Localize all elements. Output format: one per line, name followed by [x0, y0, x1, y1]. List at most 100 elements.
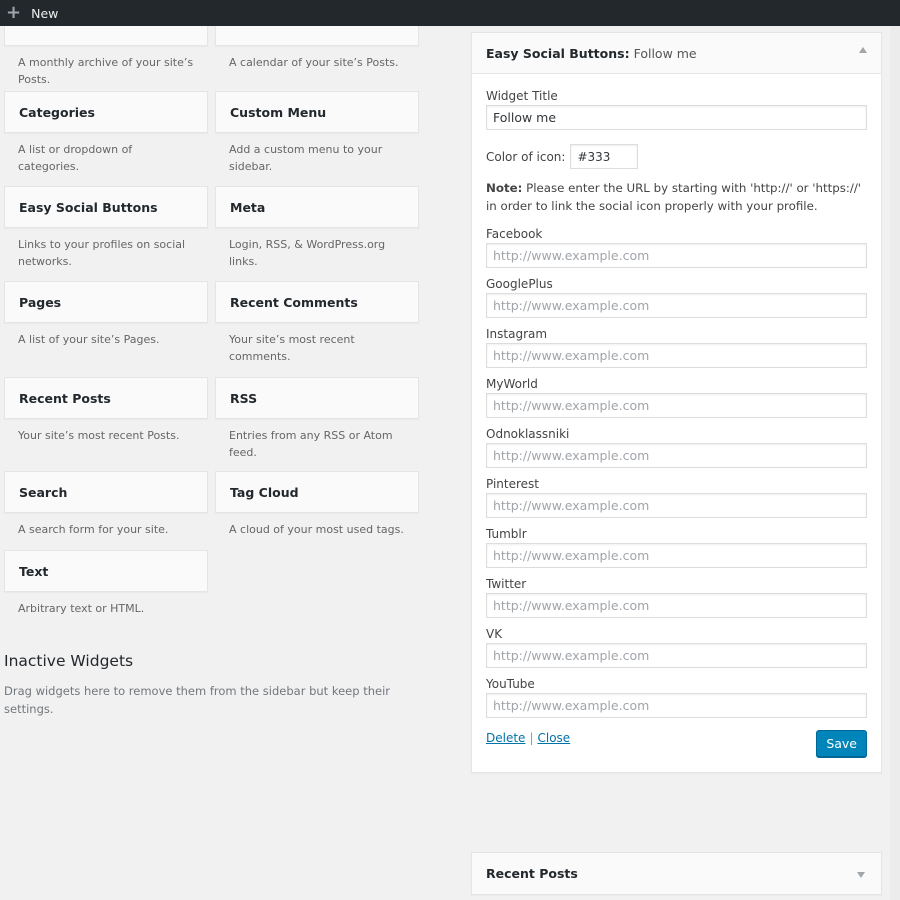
widget-panel-header[interactable]: Easy Social Buttons: Follow me: [472, 33, 881, 74]
inactive-widgets-heading: Inactive Widgets: [4, 652, 134, 670]
widget-name: Easy Social Buttons: [19, 199, 158, 215]
social-field-label: Facebook: [486, 227, 543, 241]
new-menu-link[interactable]: New: [31, 6, 58, 21]
widget-title-box[interactable]: Custom Menu: [215, 91, 419, 133]
widget-title-box[interactable]: [4, 26, 208, 46]
widget-actions: Delete | Close Save: [486, 730, 867, 760]
social-field-label: Tumblr: [486, 527, 527, 541]
available-widget[interactable]: A calendar of your site’s Posts.: [215, 26, 419, 71]
available-widget[interactable]: Pages A list of your site’s Pages.: [4, 281, 208, 348]
note-body: Please enter the URL by starting with 'h…: [486, 181, 862, 213]
widget-title-box[interactable]: Easy Social Buttons: [4, 186, 208, 228]
color-label: Color of icon:: [486, 149, 566, 164]
widget-title-input[interactable]: [486, 105, 867, 130]
social-field-pinterest: Pinterest: [486, 476, 867, 518]
widget-name: Tag Cloud: [230, 484, 299, 500]
note-strong: Note:: [486, 181, 523, 195]
widget-title-box[interactable]: Meta: [215, 186, 419, 228]
available-widget[interactable]: A monthly archive of your site’s Posts.: [4, 26, 208, 88]
social-field-label: GooglePlus: [486, 277, 553, 291]
widget-description: A cloud of your most used tags.: [229, 523, 404, 536]
delete-link[interactable]: Delete: [486, 731, 525, 745]
social-field-instagram: Instagram: [486, 326, 867, 368]
color-row: Color of icon:: [486, 144, 867, 169]
plus-icon[interactable]: +: [6, 4, 21, 22]
available-widget[interactable]: Categories A list or dropdown of categori…: [4, 91, 208, 175]
available-widget[interactable]: Meta Login, RSS, & WordPress.org links.: [215, 186, 419, 270]
widget-description: A search form for your site.: [18, 523, 169, 536]
widget-title-box[interactable]: Search: [4, 471, 208, 513]
social-field-label: Odnoklassniki: [486, 427, 570, 441]
available-widget[interactable]: Tag Cloud A cloud of your most used tags.: [215, 471, 419, 538]
widget-name: Recent Posts: [19, 390, 111, 406]
social-field-tumblr: Tumblr: [486, 526, 867, 568]
widget-description: Login, RSS, & WordPress.org links.: [229, 238, 386, 268]
available-widget[interactable]: Custom Menu Add a custom menu to your sid…: [215, 91, 419, 175]
color-input[interactable]: [570, 144, 639, 169]
widget-name: Categories: [19, 104, 95, 120]
widget-title-box[interactable]: Categories: [4, 91, 208, 133]
widget-title-box[interactable]: Text: [4, 550, 208, 592]
collapse-arrow-icon[interactable]: [859, 47, 867, 53]
social-url-input[interactable]: [486, 293, 867, 318]
widget-name: RSS: [230, 390, 258, 406]
available-widget[interactable]: Search A search form for your site.: [4, 471, 208, 538]
widget-panel-body: Widget Title Color of icon: Note: Please…: [472, 74, 881, 772]
widget-title-box[interactable]: Pages: [4, 281, 208, 323]
social-url-input[interactable]: [486, 693, 867, 718]
available-widget[interactable]: Easy Social Buttons Links to your profile…: [4, 186, 208, 270]
expand-arrow-icon[interactable]: [857, 872, 865, 878]
widget-title-box[interactable]: Recent Comments: [215, 281, 419, 323]
widget-name: Recent Comments: [230, 294, 358, 310]
link-separator: |: [529, 731, 534, 745]
save-button[interactable]: Save: [816, 730, 867, 757]
widget-name: Pages: [19, 294, 62, 310]
scroll-gutter: [890, 26, 900, 900]
social-field-label: Pinterest: [486, 477, 540, 491]
social-url-input[interactable]: [486, 493, 867, 518]
widget-title-label: Widget Title: [486, 89, 558, 103]
social-url-input[interactable]: [486, 243, 867, 268]
social-field-label: Twitter: [486, 577, 527, 591]
widget-panel-easy-social-buttons: Easy Social Buttons: Follow me Widget Ti…: [471, 32, 882, 773]
social-url-input[interactable]: [486, 643, 867, 668]
widget-description: Links to your profiles on social network…: [18, 238, 186, 268]
social-field-myworld: MyWorld: [486, 376, 867, 418]
close-link[interactable]: Close: [537, 731, 570, 745]
social-url-input[interactable]: [486, 593, 867, 618]
social-fields: Facebook GooglePlus Instagram MyWorld Odnokl…: [486, 226, 867, 718]
social-field-odnoklassniki: Odnoklassniki: [486, 426, 867, 468]
social-url-input[interactable]: [486, 443, 867, 468]
widget-title-box[interactable]: RSS: [215, 377, 419, 419]
widget-title-box[interactable]: Tag Cloud: [215, 471, 419, 513]
widget-panel-recent-posts[interactable]: Recent Posts: [471, 852, 882, 895]
social-url-input[interactable]: [486, 393, 867, 418]
social-url-input[interactable]: [486, 343, 867, 368]
widget-panel-title: Easy Social Buttons:: [486, 45, 630, 61]
social-field-youtube: YouTube: [486, 676, 867, 718]
widget-description: A calendar of your site’s Posts.: [229, 56, 399, 69]
widget-description: Your site’s most recent Posts.: [18, 429, 180, 442]
social-field-label: YouTube: [486, 677, 535, 691]
social-url-input[interactable]: [486, 543, 867, 568]
social-field-label: Instagram: [486, 327, 548, 341]
inactive-widgets-description: Drag widgets here to remove them from th…: [4, 684, 390, 716]
social-field-vk: VK: [486, 626, 867, 668]
available-widget[interactable]: Recent Posts Your site’s most recent Post…: [4, 377, 208, 444]
widget-title-box[interactable]: Recent Posts: [4, 377, 208, 419]
sidebar-area: Easy Social Buttons: Follow me Widget Ti…: [450, 26, 900, 900]
available-widget[interactable]: Text Arbitrary text or HTML.: [4, 550, 208, 617]
widget-title-box[interactable]: [215, 26, 419, 46]
social-field-googleplus: GooglePlus: [486, 276, 867, 318]
widget-description: Your site’s most recent comments.: [229, 333, 355, 363]
widget-description: A list of your site’s Pages.: [18, 333, 160, 346]
recent-posts-widget-title: Recent Posts: [486, 866, 578, 881]
widget-name: Meta: [230, 199, 266, 215]
widget-description: Arbitrary text or HTML.: [18, 602, 145, 615]
social-field-twitter: Twitter: [486, 576, 867, 618]
available-widget[interactable]: Recent Comments Your site’s most recent c…: [215, 281, 419, 365]
note-text: Note: Please enter the URL by starting w…: [486, 179, 867, 215]
social-field-label: MyWorld: [486, 377, 538, 391]
available-widget[interactable]: RSS Entries from any RSS or Atom feed.: [215, 377, 419, 461]
widget-name: Text: [19, 563, 49, 579]
